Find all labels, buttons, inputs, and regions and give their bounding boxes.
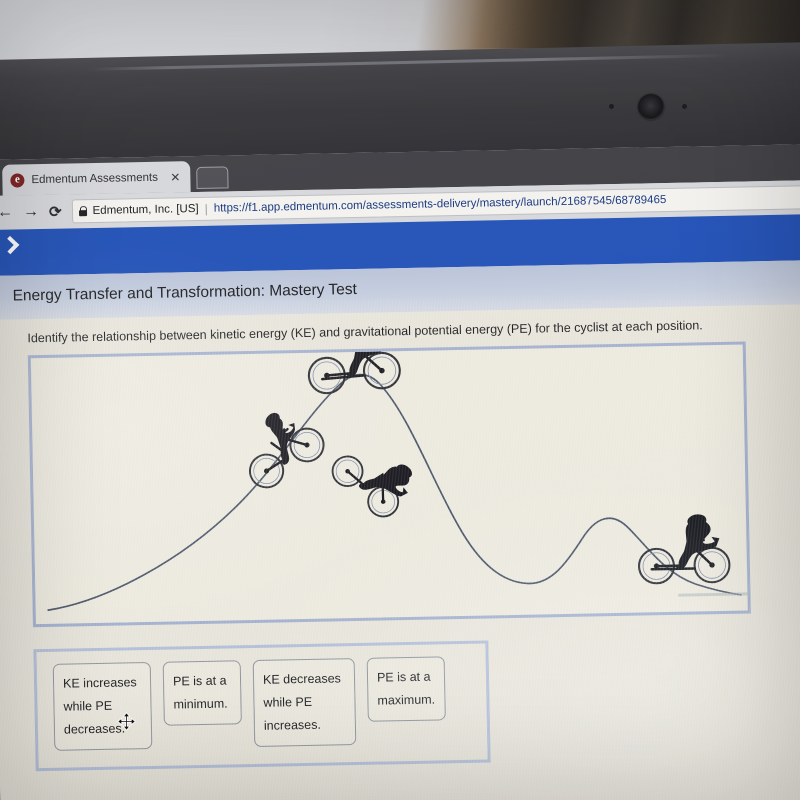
answer-option-line1: PE is at a xyxy=(172,673,227,689)
answer-option-pe-maximum[interactable]: PE is at a maximum. xyxy=(366,656,446,723)
microphone-hole-right-icon xyxy=(682,104,687,109)
answer-option-line1: KE increases xyxy=(62,675,137,691)
photo-of-laptop-screen: e Edmentum Assessments ✕ ← → ⟳ Edmentum,… xyxy=(0,0,800,800)
browser-tab-title: Edmentum Assessments xyxy=(31,171,159,186)
site-identity-label: Edmentum, Inc. [US] xyxy=(92,202,199,218)
microphone-hole-left-icon xyxy=(609,104,614,109)
address-bar-url: https://f1.app.edmentum.com/assessments-… xyxy=(213,193,667,215)
chevron-right-icon[interactable] xyxy=(0,235,20,255)
cyclist-3-silhouette xyxy=(331,455,413,518)
question-content-area: Identify the relationship between kineti… xyxy=(0,303,800,800)
cyclist-2-silhouette xyxy=(307,344,401,395)
answer-option-line2: maximum. xyxy=(377,692,436,708)
answer-option-pe-minimum[interactable]: PE is at a minimum. xyxy=(162,660,242,726)
question-prompt: Identify the relationship between kineti… xyxy=(27,318,703,346)
room-background-dark-area xyxy=(470,0,800,48)
new-tab-button[interactable] xyxy=(196,166,229,190)
hill-diagram-panel xyxy=(27,341,751,628)
answer-option-line2: while PE xyxy=(63,698,113,714)
hill-diagram-svg xyxy=(47,344,748,612)
answer-option-line1: PE is at a xyxy=(376,669,431,685)
forward-arrow-icon[interactable]: → xyxy=(23,203,39,220)
browser-tab-edmentum-assessments[interactable]: e Edmentum Assessments ✕ xyxy=(2,161,191,196)
close-icon[interactable]: ✕ xyxy=(168,170,182,184)
answer-option-ke-increases[interactable]: KE increases while PE decreases. xyxy=(52,661,153,752)
omnibox-separator: | xyxy=(204,201,208,216)
cyclist-4-silhouette xyxy=(637,514,731,585)
answer-option-line1: KE decreases xyxy=(262,671,341,687)
lock-icon xyxy=(78,206,86,216)
answer-option-line3: decreases. xyxy=(63,721,126,737)
laptop-screen: e Edmentum Assessments ✕ ← → ⟳ Edmentum,… xyxy=(0,143,800,800)
answer-option-line2: while PE xyxy=(263,695,313,710)
page-title: Energy Transfer and Transformation: Mast… xyxy=(12,280,358,305)
edmentum-favicon-icon: e xyxy=(10,172,25,188)
answer-option-line3: increases. xyxy=(263,717,322,734)
answer-bank: KE increases while PE decreases. PE is a… xyxy=(33,640,491,772)
answer-option-ke-decreases[interactable]: KE decreases while PE increases. xyxy=(252,658,357,748)
laptop-hinge-highlight xyxy=(90,53,731,71)
reload-icon[interactable]: ⟳ xyxy=(49,203,62,220)
back-arrow-icon[interactable]: ← xyxy=(0,204,13,221)
ground-shadow-line xyxy=(678,592,748,597)
answer-option-line2: minimum. xyxy=(173,696,228,712)
